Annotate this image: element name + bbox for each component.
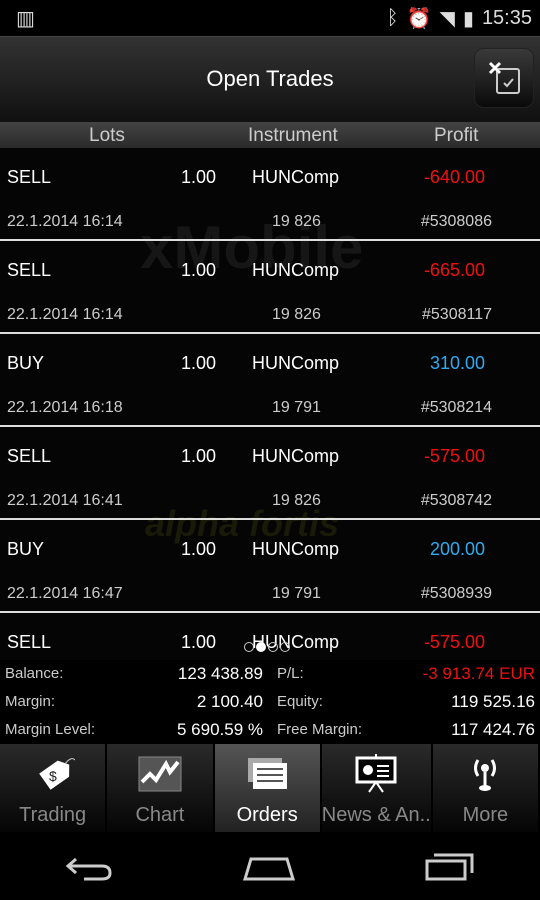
trade-type: BUY: [7, 353, 45, 373]
balance-label: Balance:: [5, 665, 64, 682]
trade-price: 19 826: [272, 492, 321, 509]
trade-type: SELL: [7, 446, 52, 466]
trade-row[interactable]: SELL 1.00 HUNComp -575.00: [0, 613, 540, 660]
title-bar: Open Trades: [0, 36, 540, 120]
page-dot: [256, 642, 266, 652]
trade-profit: 200.00: [429, 539, 485, 559]
trade-type: BUY: [7, 539, 45, 559]
trade-lots: 1.00: [181, 167, 217, 187]
trade-type: SELL: [7, 260, 52, 280]
pl-value: -3 913.74 EUR: [422, 664, 535, 683]
tab-chart[interactable]: Chart: [107, 744, 215, 832]
wifi-icon: ◥: [439, 7, 455, 30]
tab-label: Orders: [236, 804, 298, 826]
trade-row[interactable]: SELL 1.00 HUNComp -575.00 22.1.2014 16:41 19 …: [0, 427, 540, 520]
back-icon[interactable]: [64, 851, 114, 881]
column-header: Lots Instrument Profit: [0, 120, 540, 148]
col-instrument: Instrument: [248, 125, 338, 146]
trade-lots: 1.00: [181, 632, 217, 652]
trade-profit: -665.00: [423, 260, 485, 280]
free-margin-label: Free Margin:: [277, 721, 363, 738]
battery-icon: ▮: [462, 7, 474, 30]
orders-icon: [215, 744, 320, 804]
page-title: Open Trades: [206, 65, 334, 91]
trade-instrument: HUNComp: [252, 167, 340, 187]
trade-profit: -640.00: [423, 167, 485, 187]
tab-news[interactable]: News & An..: [322, 744, 433, 832]
antenna-icon: [433, 744, 538, 804]
trades-list[interactable]: xMobile alpha fortis SELL 1.00 HUNComp -640…: [0, 148, 540, 660]
trade-price: 19 791: [272, 585, 321, 602]
trade-id: #5308214: [420, 399, 492, 416]
trade-price: 19 826: [272, 306, 321, 323]
tab-more[interactable]: More: [433, 744, 540, 832]
trade-time: 22.1.2014 16:18: [7, 399, 123, 416]
margin-level-label: Margin Level:: [5, 721, 96, 738]
page-dot: [244, 642, 254, 652]
page-dot: [280, 642, 290, 652]
tab-trading[interactable]: $ Trading: [0, 744, 108, 832]
trade-row[interactable]: SELL 1.00 HUNComp -640.00 22.1.2014 16:14 19 …: [0, 148, 540, 241]
trade-lots: 1.00: [181, 260, 217, 280]
trade-row[interactable]: BUY 1.00 HUNComp 310.00 22.1.2014 16:18 19 79…: [0, 334, 540, 427]
home-icon[interactable]: [241, 851, 297, 881]
tab-orders[interactable]: Orders: [214, 744, 322, 832]
svg-text:$: $: [49, 768, 57, 784]
page-indicator: [244, 642, 290, 652]
bluetooth-icon: ᛒ: [386, 6, 399, 29]
tab-label: News & An..: [321, 804, 431, 826]
close-check-icon: [488, 61, 520, 94]
trade-id: #5308086: [420, 213, 492, 230]
trade-instrument: HUNComp: [252, 446, 340, 466]
balance-value: 123 438.89: [177, 664, 263, 683]
account-summary: Balance: 123 438.89 P/L: -3 913.74 EUR M…: [0, 660, 540, 744]
equity-label: Equity:: [277, 693, 323, 710]
trade-profit: -575.00: [423, 632, 485, 652]
trade-id: #5308742: [420, 492, 492, 509]
trade-type: SELL: [7, 632, 52, 652]
notification-icon: ▥: [16, 7, 35, 30]
margin-label: Margin:: [5, 693, 56, 710]
trade-lots: 1.00: [181, 446, 217, 466]
tab-label: Chart: [135, 804, 185, 826]
free-margin-value: 117 424.76: [451, 720, 535, 739]
trade-profit: -575.00: [423, 446, 485, 466]
trade-row[interactable]: SELL 1.00 HUNComp -665.00 22.1.2014 16:14 19 …: [0, 241, 540, 334]
chart-icon: [107, 744, 212, 804]
trade-row[interactable]: BUY 1.00 HUNComp 200.00 22.1.2014 16:47 19 79…: [0, 520, 540, 613]
tab-label: Trading: [19, 804, 87, 826]
col-profit: Profit: [434, 125, 479, 146]
trade-time: 22.1.2014 16:47: [7, 585, 123, 602]
price-tag-icon: $: [0, 744, 105, 804]
close-trades-button[interactable]: [474, 48, 534, 108]
trade-profit: 310.00: [429, 353, 485, 373]
trade-id: #5308939: [420, 585, 492, 602]
margin-level-value: 5 690.59 %: [176, 720, 263, 739]
trade-type: SELL: [7, 167, 52, 187]
recents-icon[interactable]: [424, 851, 476, 881]
trade-price: 19 826: [272, 213, 321, 230]
system-nav: [0, 832, 540, 900]
bottom-tabs: $ Trading Chart Orders News & An.. More: [0, 744, 540, 832]
presentation-icon: [322, 744, 431, 804]
tab-label: More: [462, 804, 509, 826]
col-lots: Lots: [89, 125, 125, 146]
clock: 15:35: [481, 6, 532, 29]
trade-time: 22.1.2014 16:14: [7, 213, 123, 230]
margin-value: 2 100.40: [196, 692, 263, 711]
alarm-icon: ⏰: [406, 7, 432, 30]
equity-value: 119 525.16: [451, 692, 535, 711]
trade-lots: 1.00: [181, 353, 217, 373]
trade-id: #5308117: [422, 306, 492, 323]
pl-label: P/L:: [277, 665, 304, 682]
trade-lots: 1.00: [181, 539, 217, 559]
status-bar: ▥ ᛒ ⏰ ◥ ▮ 15:35: [0, 0, 540, 36]
trade-time: 22.1.2014 16:41: [7, 492, 123, 509]
trade-price: 19 791: [272, 399, 321, 416]
trade-instrument: HUNComp: [252, 353, 340, 373]
trade-instrument: HUNComp: [252, 539, 340, 559]
trade-instrument: HUNComp: [252, 260, 340, 280]
trade-time: 22.1.2014 16:14: [7, 306, 123, 323]
page-dot: [268, 642, 278, 652]
